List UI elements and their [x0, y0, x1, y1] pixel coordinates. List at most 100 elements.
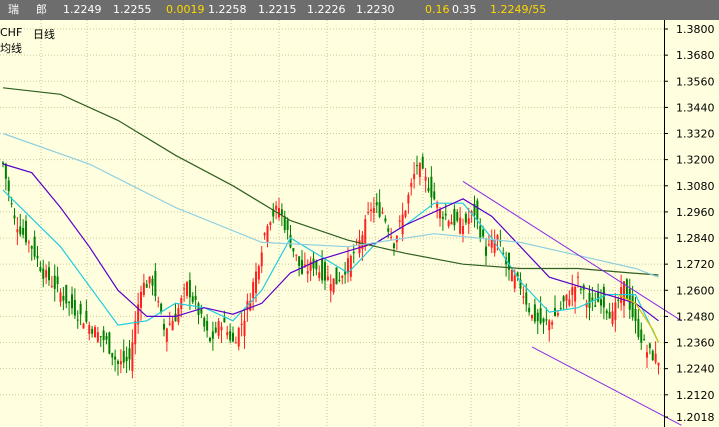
candle-body: [217, 321, 220, 336]
candle-body: [430, 176, 433, 198]
candle-body: [10, 203, 13, 205]
candle-body: [657, 362, 660, 366]
candle-body: [329, 284, 332, 292]
candle-body: [45, 270, 48, 278]
candle-body: [605, 310, 608, 314]
candle-body: [410, 182, 413, 187]
candle-body: [490, 239, 493, 248]
candle-body: [600, 299, 602, 306]
quote-value-4: 1.2215: [258, 3, 297, 16]
candle-body: [312, 258, 315, 269]
candle-body: [525, 292, 528, 305]
candle-body: [427, 187, 430, 192]
candle-body: [111, 353, 114, 358]
candle-body: [571, 287, 574, 295]
candle-body: [191, 296, 194, 302]
candle-body: [536, 312, 539, 322]
candle-body: [220, 326, 223, 331]
candle-body: [53, 275, 56, 289]
candle-body: [194, 295, 197, 301]
y-tick-label: 1.3200: [676, 154, 715, 167]
candle-body: [263, 233, 266, 236]
candle-body: [117, 360, 119, 364]
quote-bar: 瑞 郎 1.2249 1.2255 0.0019 1.2258 1.2215 1…: [0, 0, 719, 20]
candle-body: [148, 276, 151, 284]
candle-body: [404, 210, 407, 217]
candle-body: [637, 318, 640, 337]
candle-body: [232, 332, 234, 342]
candle-body: [476, 200, 479, 220]
quote-value-7: 0.35: [452, 3, 477, 16]
candle-body: [209, 337, 211, 342]
y-tick-label: 1.2720: [676, 258, 715, 271]
candle-body: [186, 281, 188, 296]
candle-body: [551, 322, 554, 325]
candle-body: [76, 319, 79, 321]
quote-value-5: 1.2226: [307, 3, 346, 16]
candle-body: [257, 266, 260, 280]
candle-body: [39, 267, 42, 272]
candle-body: [628, 288, 631, 310]
y-tick-label: 1.2480: [676, 310, 715, 323]
candle-body: [416, 165, 418, 167]
candle-body: [50, 285, 53, 287]
chart-window: 瑞 郎 1.2249 1.2255 0.0019 1.2258 1.2215 1…: [0, 0, 719, 427]
quote-value-6: 1.2230: [356, 3, 395, 16]
candle-body: [22, 227, 25, 235]
candle-body: [7, 180, 10, 192]
candle-body: [88, 325, 91, 334]
candle-body: [151, 278, 154, 286]
price-chart: 1.3800 1.3680 1.3560 1.3440 1.3320 1.3200 1.30…: [0, 20, 719, 427]
candle-body: [335, 267, 338, 285]
y-tick-label: 1.3800: [676, 23, 715, 36]
candle-body: [94, 327, 96, 338]
candle-body: [528, 307, 531, 313]
candle-body: [157, 301, 160, 303]
candle-body: [321, 258, 324, 281]
candle-body: [255, 271, 257, 294]
quote-last: 1.2249/55: [490, 3, 547, 16]
candle-body: [459, 217, 462, 234]
candle-body: [352, 251, 355, 254]
candle-body: [165, 328, 168, 342]
candle-body: [122, 351, 125, 363]
candle-body: [59, 292, 62, 302]
candle-body: [562, 296, 565, 302]
candle-body: [145, 284, 148, 288]
candle-body: [565, 294, 568, 301]
candle-body: [48, 267, 50, 281]
candle-body: [464, 213, 467, 223]
candle-body: [85, 310, 88, 322]
candle-body: [554, 308, 556, 317]
candle-body: [214, 327, 217, 333]
section-label: 郎: [36, 3, 47, 16]
candle-body: [594, 305, 597, 307]
candle-body: [128, 348, 131, 360]
candle-body: [378, 202, 381, 217]
candle-body: [602, 286, 605, 308]
candle-body: [531, 314, 533, 319]
candle-body: [597, 292, 600, 302]
candle-body: [625, 279, 628, 300]
candle-body: [648, 343, 651, 349]
candle-body: [237, 327, 240, 347]
candle-body: [142, 282, 145, 295]
candle-body: [542, 318, 545, 323]
candle-body: [533, 304, 536, 322]
candle-body: [229, 331, 232, 341]
candle-body: [36, 255, 39, 259]
candle-body: [522, 296, 525, 298]
candle-body: [203, 317, 206, 327]
candle-body: [482, 229, 485, 237]
candle-body: [298, 256, 301, 266]
quote-value-1: 1.2249: [63, 3, 102, 16]
quote-value-2: 1.2255: [113, 3, 152, 16]
y-tick-label: 1.3680: [676, 49, 715, 62]
candle-body: [275, 205, 278, 210]
candle-body: [462, 226, 464, 234]
candle-body: [125, 356, 128, 362]
candle-body: [206, 320, 209, 331]
candle-body: [68, 301, 71, 303]
y-tick-label: 1.3080: [676, 180, 715, 193]
chart-background: [0, 20, 719, 427]
